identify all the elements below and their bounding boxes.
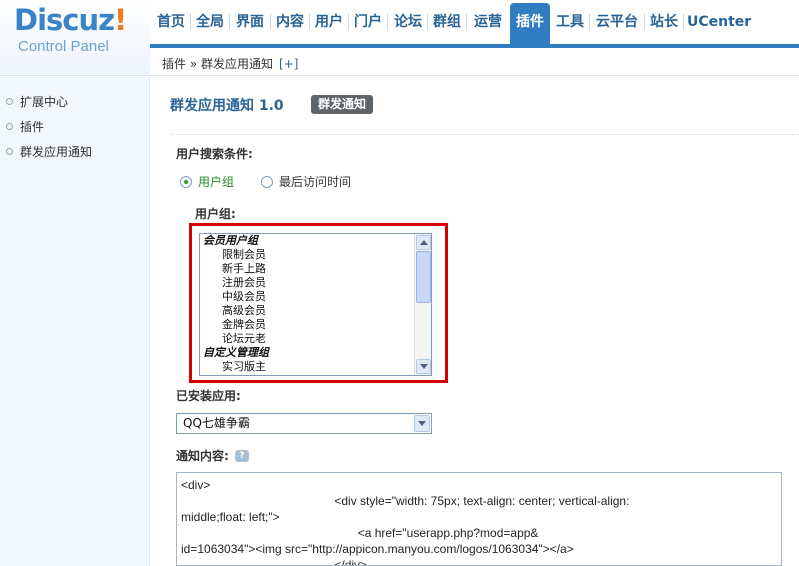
listbox-items: 会员用户组 限制会员 新手上路 注册会员 中级会员 高级会员 金牌会员 论坛元老 自定义管理组实… <box>200 234 431 374</box>
chevron-down-icon[interactable] <box>414 415 430 432</box>
listbox-option[interactable]: 限制会员 <box>200 248 431 262</box>
nav-separator <box>348 14 349 30</box>
listbox-option[interactable]: 论坛元老 <box>200 332 431 346</box>
bullet-icon <box>6 123 13 130</box>
nav-separator <box>309 14 310 30</box>
scroll-thumb[interactable] <box>416 251 431 303</box>
sidebar-item-plugins[interactable]: 插件 <box>6 118 44 136</box>
radio-usergroup[interactable]: 用户组 <box>180 173 234 190</box>
page-title: 群发应用通知 1.0 <box>170 98 284 114</box>
breadcrumb: 插件 » 群发应用通知 [+] <box>162 55 298 72</box>
top-nav: 首页 全局 界面 内容 用户 门户 论坛 群组 运营 插件 工具 云平台 站长 … <box>150 0 799 44</box>
nav-separator <box>589 14 590 30</box>
listbox-group-header: 自定义管理组 <box>203 346 269 359</box>
nav-tools[interactable]: 工具 <box>553 8 587 36</box>
help-bubble-icon[interactable]: ? <box>234 449 249 462</box>
nav-plugins[interactable]: 插件 <box>510 3 550 44</box>
nav-separator <box>270 14 271 30</box>
nav-groups[interactable]: 群组 <box>430 8 464 36</box>
listbox-scrollbar[interactable] <box>414 234 431 375</box>
textarea-line: <a href="userapp.php?mod=app& <box>181 526 539 540</box>
page-tag[interactable]: 群发通知 <box>311 95 374 114</box>
radio-checked-icon <box>180 175 192 188</box>
scroll-down-icon[interactable] <box>416 359 431 374</box>
nav-portal[interactable]: 门户 <box>351 8 385 36</box>
sidebar-item-extension-center[interactable]: 扩展中心 <box>6 93 68 111</box>
nav-separator <box>190 14 191 30</box>
breadcrumb-path: 插件 » 群发应用通知 <box>162 57 273 71</box>
textarea-line: <div> <box>181 478 211 492</box>
nav-home[interactable]: 首页 <box>154 8 188 36</box>
logo-subtitle: Control Panel <box>18 38 109 55</box>
app-select[interactable]: QQ七雄争霸 <box>176 413 432 434</box>
listbox-group-header: 会员用户组 <box>203 234 258 247</box>
notice-content-label: 通知内容:? <box>176 447 249 464</box>
scroll-up-icon[interactable] <box>416 235 431 250</box>
listbox-option[interactable]: 金牌会员 <box>200 318 431 332</box>
radio-last-visit[interactable]: 最后访问时间 <box>261 173 351 190</box>
nav-separator <box>229 14 230 30</box>
nav-users[interactable]: 用户 <box>312 8 346 36</box>
bullet-icon <box>6 148 13 155</box>
nav-cloud[interactable]: 云平台 <box>592 8 642 36</box>
bullet-icon <box>6 98 13 105</box>
breadcrumb-bar: 插件 » 群发应用通知 [+] <box>150 44 799 76</box>
usergroup-label: 用户组: <box>195 207 236 221</box>
listbox-option[interactable]: 实习版主 <box>200 360 431 374</box>
nav-forum[interactable]: 论坛 <box>391 8 425 36</box>
usergroup-listbox[interactable]: 会员用户组 限制会员 新手上路 注册会员 中级会员 高级会员 金牌会员 论坛元老 自定义管理组实… <box>199 233 432 376</box>
logo-wordmark: Discuz! <box>14 3 127 37</box>
sidebar-item-mass-notice[interactable]: 群发应用通知 <box>6 143 92 161</box>
textarea-line: <div style="width: 75px; text-align: cen… <box>181 494 630 508</box>
listbox-option[interactable]: 中级会员 <box>200 290 431 304</box>
textarea-line: id=1063034"><img src="http://appicon.man… <box>181 542 574 556</box>
main-content: 群发应用通知 1.0 群发通知 用户搜索条件: 用户组 最后访问时间 用户组: … <box>150 77 799 566</box>
logo[interactable]: Discuz! Control Panel <box>0 0 150 76</box>
nav-webmaster[interactable]: 站长 <box>647 8 681 36</box>
highlight-box: 会员用户组 限制会员 新手上路 注册会员 中级会员 高级会员 金牌会员 论坛元老 自定义管理组实… <box>189 223 448 383</box>
nav-separator <box>427 14 428 30</box>
nav-separator <box>683 14 684 30</box>
search-conditions-label: 用户搜索条件: <box>176 147 253 161</box>
notice-content-textarea[interactable]: <div> <div style="width: 75px; text-alig… <box>176 472 782 566</box>
nav-separator <box>466 14 467 30</box>
nav-ucenter[interactable]: UCenter <box>687 8 751 36</box>
listbox-option[interactable]: 新手上路 <box>200 262 431 276</box>
nav-separator <box>387 14 388 30</box>
radio-unchecked-icon <box>261 175 273 188</box>
listbox-option[interactable]: 注册会员 <box>200 276 431 290</box>
nav-global[interactable]: 全局 <box>193 8 227 36</box>
sidebar: 扩展中心 插件 群发应用通知 <box>0 77 150 566</box>
installed-apps-label: 已安装应用: <box>176 389 241 403</box>
breadcrumb-add-shortcut[interactable]: [+] <box>279 57 298 71</box>
nav-content[interactable]: 内容 <box>273 8 307 36</box>
nav-interface[interactable]: 界面 <box>232 8 268 36</box>
app-select-value: QQ七雄争霸 <box>183 416 250 430</box>
listbox-option[interactable]: 高级会员 <box>200 304 431 318</box>
textarea-line: middle;float: left;"> <box>181 510 280 524</box>
nav-operations[interactable]: 运营 <box>470 8 506 36</box>
divider <box>170 134 799 135</box>
nav-separator <box>644 14 645 30</box>
textarea-line: </div> <box>181 558 368 566</box>
